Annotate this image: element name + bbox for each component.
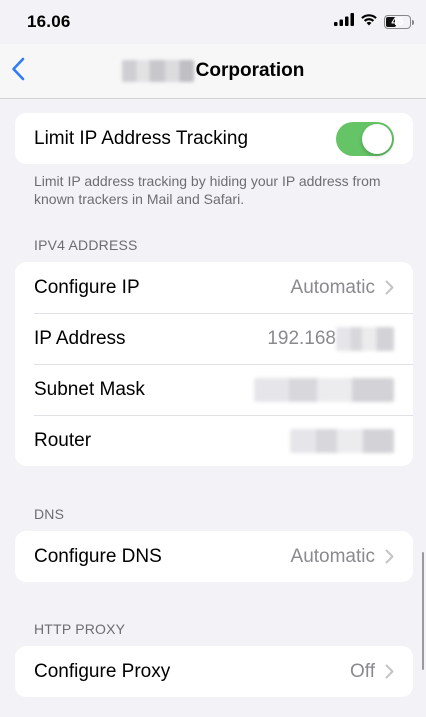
ip-address-value-wrap: 192.168 [267, 326, 394, 351]
http-proxy-group: Configure Proxy Off [15, 646, 413, 697]
dns-group: Configure DNS Automatic [15, 531, 413, 582]
battery-cap [412, 19, 414, 25]
page-title: Corporation [0, 60, 426, 82]
ipv4-group: Configure IP Automatic IP Address 192.16… [15, 262, 413, 466]
status-icons: 45 [334, 13, 414, 31]
router-label: Router [34, 429, 92, 451]
ip-address-label: IP Address [34, 327, 126, 349]
subnet-mask-row: Subnet Mask [15, 364, 413, 415]
configure-proxy-row[interactable]: Configure Proxy Off [15, 646, 413, 697]
ip-address-row: IP Address 192.168 [15, 313, 413, 364]
navigation-bar: Corporation [0, 44, 426, 99]
configure-ip-label: Configure IP [34, 276, 140, 298]
scrollbar[interactable] [422, 552, 424, 670]
ipv4-section-header: IPV4 ADDRESS [34, 237, 138, 253]
toggle-knob [362, 123, 392, 154]
configure-dns-value-wrap: Automatic [291, 546, 394, 568]
battery-icon: 45 [384, 15, 411, 29]
limit-tracking-footer: Limit IP address tracking by hiding your… [34, 173, 381, 207]
redacted-subnet-mask [254, 377, 394, 402]
limit-tracking-group: Limit IP Address Tracking [15, 113, 413, 164]
ip-address-value: 192.168 [267, 327, 336, 349]
configure-dns-value: Automatic [290, 545, 375, 567]
status-time: 16.06 [27, 12, 71, 31]
configure-proxy-value-wrap: Off [350, 661, 394, 683]
configure-ip-row[interactable]: Configure IP Automatic [15, 262, 413, 313]
limit-tracking-row: Limit IP Address Tracking [15, 113, 413, 164]
redacted-ip-suffix [336, 326, 394, 351]
chevron-right-icon [385, 280, 394, 295]
configure-dns-row[interactable]: Configure DNS Automatic [15, 531, 413, 582]
chevron-right-icon [385, 549, 394, 564]
battery-level: 45 [391, 16, 404, 28]
http-proxy-section-header: HTTP PROXY [34, 621, 126, 637]
limit-tracking-toggle[interactable] [336, 121, 394, 156]
cellular-signal-icon [334, 13, 354, 31]
limit-tracking-label: Limit IP Address Tracking [34, 127, 249, 149]
redacted-router [290, 428, 394, 453]
redacted-network-name [121, 60, 194, 82]
configure-proxy-value: Off [350, 660, 375, 682]
wifi-icon [360, 13, 378, 31]
subnet-mask-label: Subnet Mask [34, 378, 145, 400]
configure-proxy-label: Configure Proxy [34, 660, 171, 682]
status-bar: 16.06 45 [0, 0, 426, 44]
configure-dns-label: Configure DNS [34, 545, 162, 567]
page-title-text: Corporation [195, 60, 305, 81]
configure-ip-value: Automatic [290, 276, 375, 298]
chevron-right-icon [385, 664, 394, 679]
dns-section-header: DNS [34, 506, 65, 522]
configure-ip-value-wrap: Automatic [291, 277, 394, 299]
router-row: Router [15, 415, 413, 466]
